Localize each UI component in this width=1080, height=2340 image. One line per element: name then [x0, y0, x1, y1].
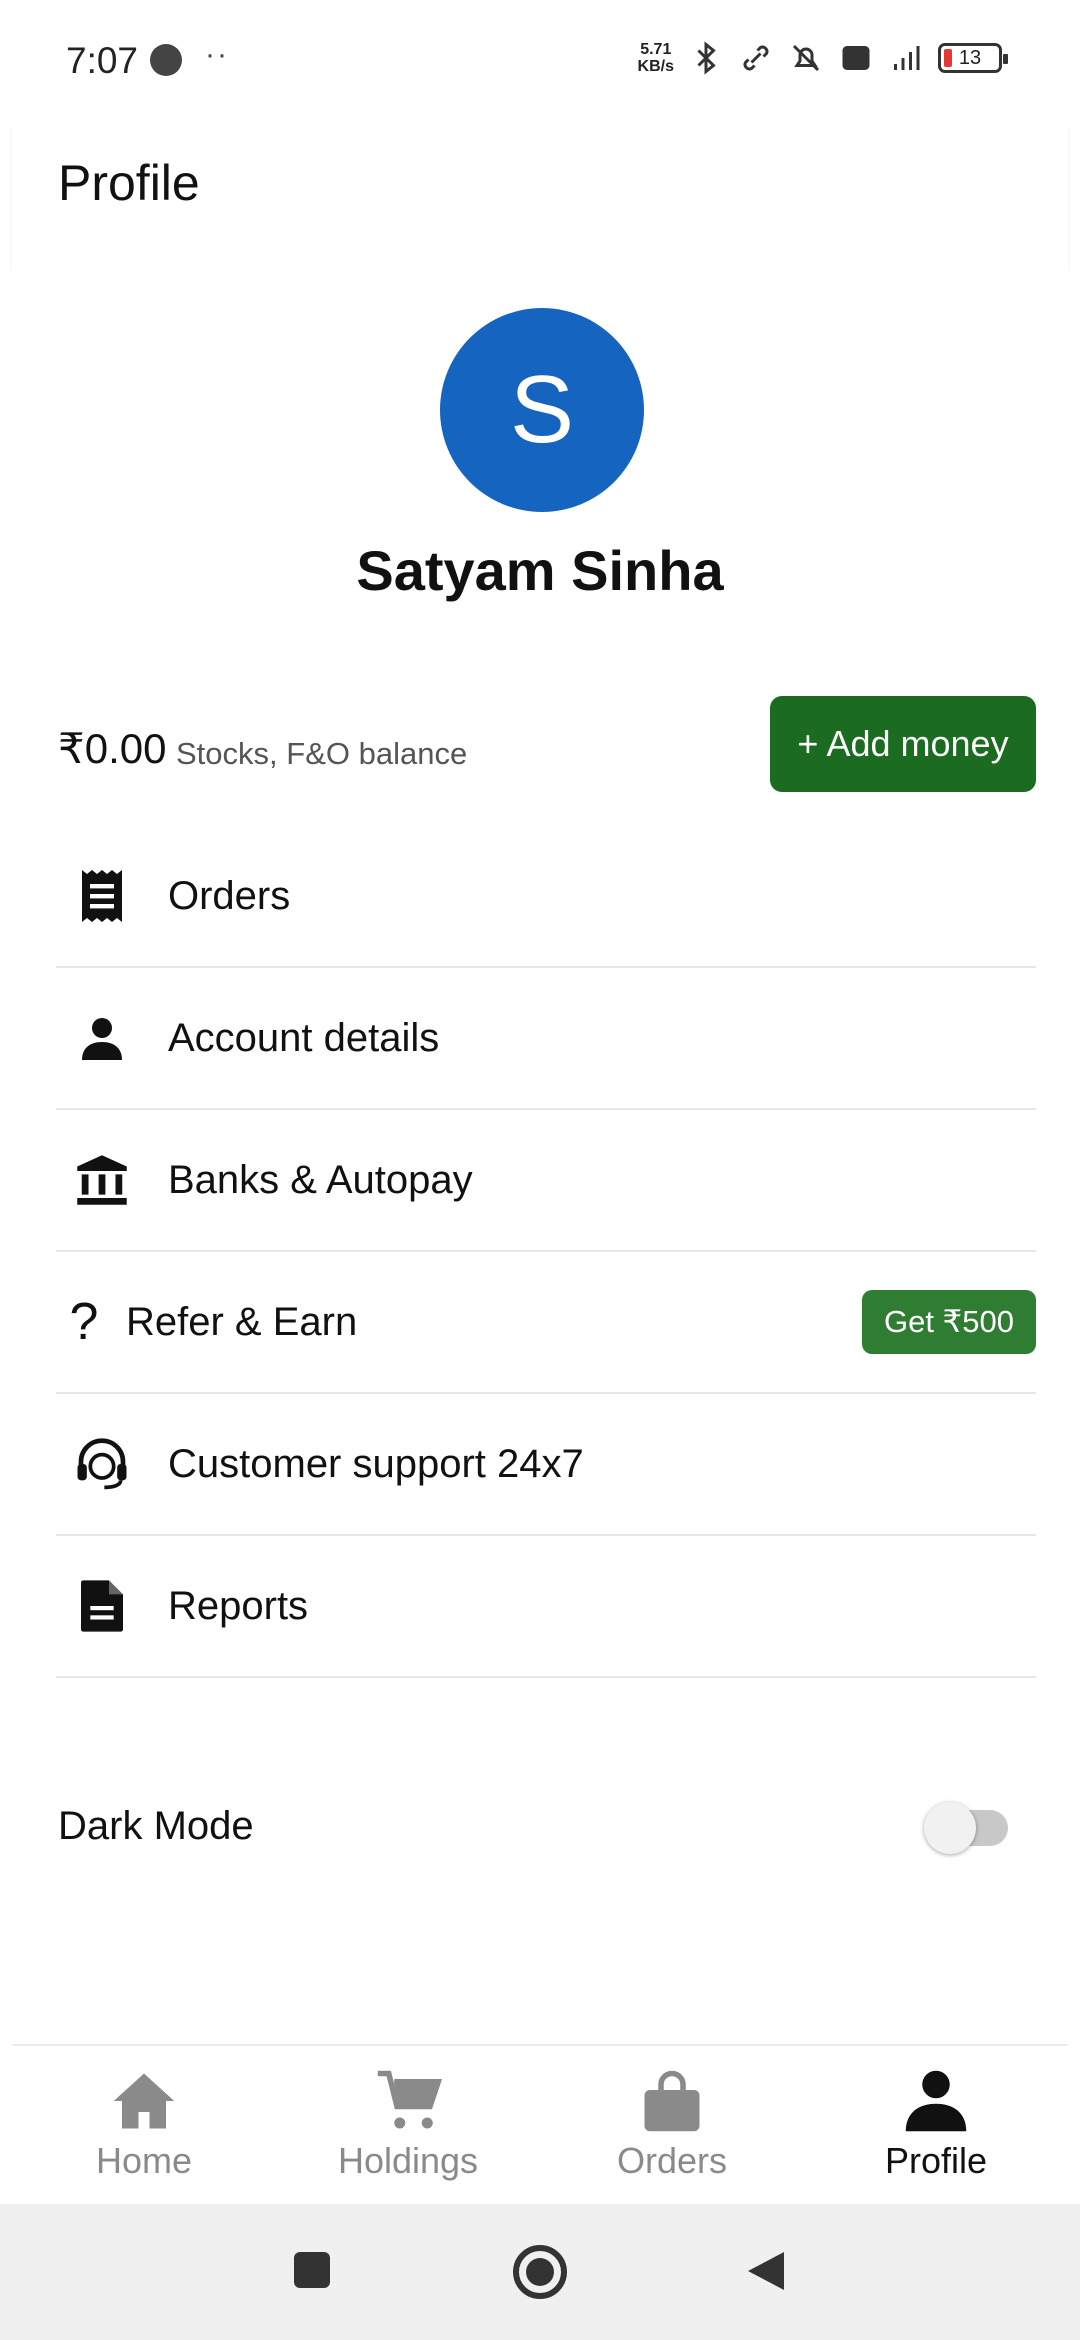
nav-item-holdings[interactable]: Holdings	[276, 2046, 540, 2204]
dark-mode-toggle[interactable]	[924, 1802, 1008, 1854]
toggle-knob	[924, 1802, 976, 1854]
add-money-button[interactable]: + Add money	[770, 696, 1036, 792]
document-icon	[72, 1576, 132, 1636]
dark-mode-label: Dark Mode	[58, 1804, 254, 1848]
headset-icon	[72, 1434, 132, 1494]
bag-icon	[644, 2070, 700, 2132]
nav-label: Holdings	[337, 2140, 479, 2181]
menu-item-customer-support[interactable]: Customer support 24x7	[56, 1394, 1036, 1536]
network-speed-value: 5.71	[640, 41, 672, 58]
menu-item-banks-autopay[interactable]: Banks & Autopay	[56, 1110, 1036, 1252]
menu-item-account-details[interactable]: Account details	[56, 968, 1036, 1110]
avatar-letter: S	[509, 356, 575, 463]
battery-level: 13	[958, 47, 982, 69]
menu-item-label: Customer support 24x7	[168, 1441, 584, 1486]
nav-item-profile[interactable]: Profile	[804, 2046, 1068, 2204]
page-title: Profile	[58, 155, 200, 211]
menu-item-label: Banks & Autopay	[168, 1157, 473, 1202]
balance-amount: ₹0.00	[58, 725, 167, 772]
signal-5g-icon	[894, 46, 920, 70]
menu-item-reports[interactable]: Reports	[56, 1536, 1036, 1678]
menu-item-label: Account details	[168, 1015, 440, 1060]
network-speed-unit: KB/s	[637, 58, 674, 75]
nav-label: Orders	[616, 2140, 728, 2181]
question-icon: ?	[69, 1293, 99, 1351]
bluetooth-icon	[697, 41, 716, 75]
volte-icon	[842, 46, 870, 70]
person-icon	[72, 1008, 132, 1068]
menu-item-refer-earn[interactable]: ? Refer & Earn Get ₹500	[56, 1252, 1036, 1394]
bottom-nav: Home Holdings Orders Profile	[12, 2044, 1068, 2204]
profile-content: S Satyam Sinha ₹0.00 Stocks, F&O balance…	[12, 266, 1068, 2044]
link-icon	[743, 45, 769, 71]
nav-label: Profile	[884, 2140, 988, 2181]
receipt-icon	[72, 866, 132, 926]
recents-icon[interactable]	[292, 2250, 332, 2290]
bank-icon	[72, 1150, 132, 1210]
more-notifications-indicator: ··	[205, 38, 229, 71]
app-header: Profile	[12, 124, 1068, 266]
menu-item-label: Reports	[168, 1583, 309, 1628]
nav-item-home[interactable]: Home	[12, 2046, 276, 2204]
nav-label: Home	[95, 2140, 193, 2181]
back-icon[interactable]	[746, 2250, 786, 2292]
balance-label: Stocks, F&O balance	[176, 736, 468, 771]
status-time: 7:07	[66, 40, 139, 81]
battery-icon: 13	[938, 43, 1008, 73]
system-nav-bar	[0, 2204, 1080, 2340]
nav-item-orders[interactable]: Orders	[540, 2046, 804, 2204]
profile-menu: Orders Account details Banks & Autopay ?…	[56, 826, 1036, 1678]
silent-icon	[792, 44, 820, 72]
menu-item-label: Orders	[168, 873, 291, 918]
menu-item-label: Refer & Earn	[126, 1299, 358, 1344]
cart-icon	[377, 2070, 442, 2129]
user-name: Satyam Sinha	[356, 539, 724, 602]
avatar: S	[440, 308, 644, 512]
menu-item-orders[interactable]: Orders	[56, 826, 1036, 968]
balance-row: ₹0.00 Stocks, F&O balance + Add money	[58, 696, 1036, 792]
network-speed: 5.71 KB/s	[638, 41, 674, 75]
home-icon	[113, 2073, 175, 2129]
messenger-notification-icon	[150, 44, 182, 76]
person-icon	[905, 2070, 967, 2132]
dark-mode-row: Dark Mode	[58, 1790, 1008, 1870]
status-bar: 7:07 ·· 5.71 KB/s 13	[0, 0, 1080, 124]
home-button-icon[interactable]	[512, 2244, 568, 2300]
refer-reward-badge[interactable]: Get ₹500	[861, 1290, 1036, 1354]
status-icons: 5.71 KB/s 13	[638, 40, 1008, 76]
